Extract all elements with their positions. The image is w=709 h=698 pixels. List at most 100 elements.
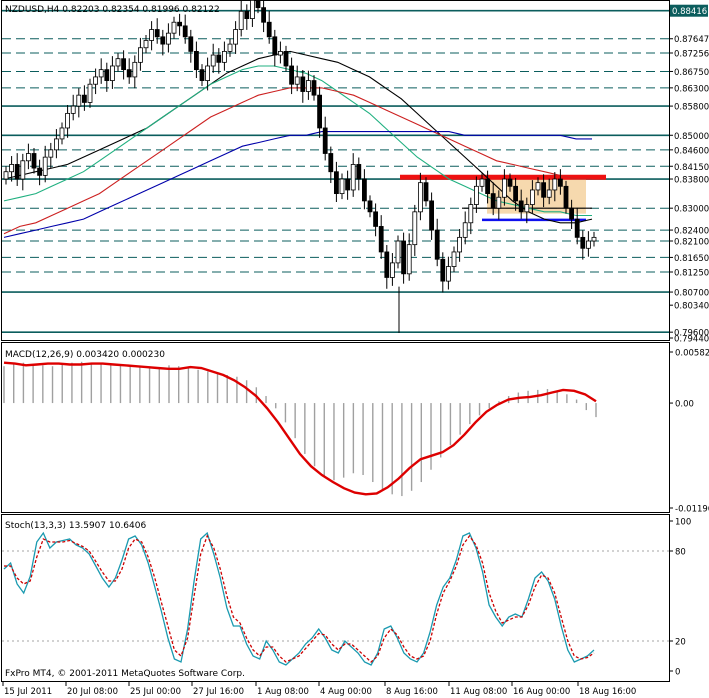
candle-body bbox=[479, 178, 485, 187]
candle-body bbox=[193, 51, 199, 71]
candle-body bbox=[149, 29, 155, 41]
candle-body bbox=[177, 21, 183, 27]
candle-body bbox=[87, 83, 93, 103]
candle-body bbox=[423, 182, 429, 202]
price-label: 0.82400 bbox=[674, 227, 709, 237]
candle-body bbox=[490, 193, 496, 209]
candle-body bbox=[356, 164, 362, 180]
price-label: 0.83000 bbox=[674, 205, 709, 215]
candle-body bbox=[507, 178, 513, 187]
candle-body bbox=[9, 164, 15, 173]
candle-body bbox=[406, 244, 412, 275]
candle-body bbox=[216, 54, 222, 63]
candle-body bbox=[244, 10, 250, 19]
candle-body bbox=[14, 164, 20, 180]
price-label: 0.79440 bbox=[674, 335, 709, 345]
candle-body bbox=[530, 189, 535, 205]
candle-body bbox=[546, 189, 552, 198]
candle-body bbox=[373, 211, 379, 227]
candle-body bbox=[558, 178, 563, 187]
candle-body bbox=[227, 43, 233, 52]
candle-body bbox=[591, 236, 597, 242]
x-tick-label: 8 Aug 16:00 bbox=[386, 687, 438, 697]
candle-body bbox=[294, 76, 300, 85]
candle-body bbox=[322, 127, 328, 154]
candle-body bbox=[283, 51, 289, 67]
candle-body bbox=[126, 69, 132, 78]
candle-body bbox=[468, 204, 474, 224]
price-label: 0.82100 bbox=[674, 238, 709, 248]
candle-body bbox=[513, 185, 518, 202]
candle-body bbox=[3, 171, 9, 180]
candle-body bbox=[48, 149, 54, 158]
macd-tick-label: 0.00 bbox=[675, 400, 694, 410]
price-label: 0.81650 bbox=[674, 254, 709, 264]
candle-body bbox=[70, 105, 76, 114]
x-tick-label: 4 Aug 00:00 bbox=[320, 687, 372, 697]
price-label: 0.80340 bbox=[674, 302, 709, 312]
stoch-tick-label: 80 bbox=[675, 548, 686, 558]
candle-body bbox=[154, 29, 160, 38]
candle-body bbox=[132, 61, 138, 78]
x-tick-label: 18 Aug 16:00 bbox=[579, 687, 636, 697]
candle-body bbox=[31, 153, 37, 169]
candle-body bbox=[384, 251, 390, 278]
price-label: 0.84600 bbox=[674, 146, 709, 156]
candle-body bbox=[305, 80, 311, 92]
x-tick-label: 15 Jul 2011 bbox=[4, 687, 52, 697]
candle-body bbox=[266, 21, 272, 38]
candle-body bbox=[434, 229, 440, 260]
candle-body bbox=[25, 153, 31, 162]
candle-body bbox=[580, 236, 586, 249]
candle-body bbox=[389, 262, 395, 278]
candle-body bbox=[115, 58, 121, 67]
macd-tick-label: -0.01196 bbox=[675, 505, 709, 515]
candle-body bbox=[361, 178, 367, 202]
candle-body bbox=[98, 69, 104, 78]
candle-body bbox=[160, 36, 166, 45]
candle-body bbox=[378, 226, 384, 253]
macd-title: MACD(12,26,9) 0.003420 0.000230 bbox=[5, 350, 165, 360]
stoch-tick-label: 20 bbox=[675, 638, 686, 648]
price-label: 0.81250 bbox=[674, 269, 709, 279]
candle-body bbox=[485, 178, 491, 195]
candle-body bbox=[289, 65, 295, 85]
price-label: 0.84150 bbox=[674, 163, 709, 173]
candle-body bbox=[165, 32, 171, 45]
candle-body bbox=[473, 185, 479, 205]
candle-body bbox=[272, 36, 278, 56]
price-label: 0.85000 bbox=[674, 132, 709, 142]
price-label: 0.88416 bbox=[672, 7, 707, 17]
candle-body bbox=[535, 182, 541, 191]
candle-body bbox=[333, 171, 339, 195]
candle-body bbox=[188, 36, 194, 52]
candle-body bbox=[457, 236, 463, 253]
candle-body bbox=[552, 178, 558, 191]
candle-body bbox=[93, 76, 98, 85]
price-label: 0.80700 bbox=[674, 289, 709, 299]
candle-body bbox=[451, 251, 457, 267]
stoch-panel bbox=[1, 514, 670, 682]
x-tick-label: 20 Jul 08:00 bbox=[67, 687, 118, 697]
candle-body bbox=[221, 51, 227, 63]
candle-body bbox=[277, 51, 283, 56]
candle-body bbox=[317, 94, 323, 129]
candle-body bbox=[76, 94, 82, 107]
main-title: NZDUSD,H4 0.82203 0.82354 0.81996 0.8212… bbox=[5, 5, 220, 15]
price-label: 0.86300 bbox=[674, 84, 709, 94]
candle-body bbox=[137, 47, 143, 63]
chart-canvas: 0.88416 0.87647 0.87256 0.86750 0.86300 0.858… bbox=[1, 0, 709, 697]
candle-body bbox=[54, 138, 59, 151]
candle-body bbox=[121, 58, 126, 71]
candle-body bbox=[82, 94, 87, 103]
stoch-title: Stoch(13,3,3) 13.5907 10.6406 bbox=[5, 521, 146, 531]
candle-body bbox=[401, 240, 407, 275]
candle-body bbox=[199, 69, 205, 81]
candle-body bbox=[171, 21, 177, 34]
candle-body bbox=[417, 182, 423, 213]
macd-tick-label: 0.00582 bbox=[675, 349, 709, 359]
price-label: 0.87256 bbox=[674, 50, 709, 60]
candle-body bbox=[143, 40, 149, 49]
candle-body bbox=[563, 185, 569, 209]
candle-body bbox=[311, 80, 317, 96]
